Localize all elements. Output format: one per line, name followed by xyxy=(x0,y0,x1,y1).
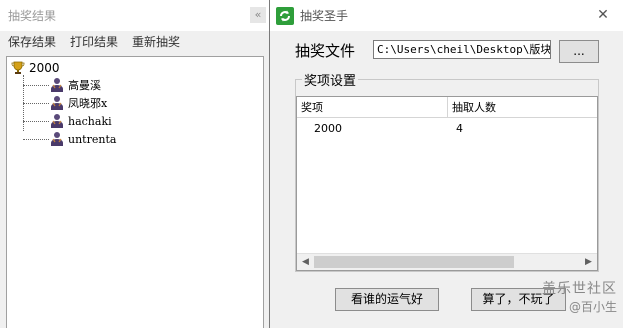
results-tree[interactable]: 2000 高曼溪 凤晓邪x hachaki untrenta xyxy=(6,56,264,328)
lottery-window: 抽奖圣手 ✕ 抽奖文件 C:\Users\cheil\Desktop\版块活 .… xyxy=(269,0,623,328)
tree-root-label: 2000 xyxy=(29,61,60,75)
lottery-titlebar[interactable]: 抽奖圣手 ✕ xyxy=(270,0,623,31)
horizontal-scrollbar[interactable]: ◀ ▶ xyxy=(297,253,597,270)
results-titlebar[interactable]: 抽奖结果 « xyxy=(0,0,269,31)
tree-branch xyxy=(23,102,49,104)
collapse-icon[interactable]: « xyxy=(250,7,266,23)
app-refresh-icon xyxy=(276,6,294,25)
person-icon xyxy=(51,96,63,110)
tree-branch xyxy=(23,120,49,122)
draw-button[interactable]: 看谁的运气好 xyxy=(335,288,439,311)
winner-name: 高曼溪 xyxy=(68,79,101,92)
scroll-thumb[interactable] xyxy=(314,256,514,268)
person-icon xyxy=(51,132,63,146)
tree-branch xyxy=(23,138,49,140)
tree-root-node[interactable]: 2000 xyxy=(11,61,60,75)
tree-winner-node[interactable]: untrenta xyxy=(23,131,116,147)
tree-branch xyxy=(23,84,49,86)
results-window: 抽奖结果 « 保存结果 打印结果 重新抽奖 2000 高曼溪 凤晓邪x hach… xyxy=(0,0,270,328)
tree-winner-node[interactable]: 凤晓邪x xyxy=(23,95,107,111)
results-window-title: 抽奖结果 xyxy=(8,9,57,23)
file-label: 抽奖文件 xyxy=(295,42,356,60)
cell-count: 4 xyxy=(456,122,464,135)
person-icon xyxy=(51,114,63,128)
results-menubar: 保存结果 打印结果 重新抽奖 xyxy=(0,31,269,51)
watermark: 盖乐世社区 @百小生 xyxy=(542,278,617,315)
menu-save-results[interactable]: 保存结果 xyxy=(8,33,56,50)
column-header-prize[interactable]: 奖项 xyxy=(297,97,448,118)
trophy-icon xyxy=(11,61,25,74)
menu-print-results[interactable]: 打印结果 xyxy=(70,33,118,50)
winner-name: 凤晓邪x xyxy=(68,97,108,110)
table-header: 奖项 抽取人数 xyxy=(297,97,597,118)
winner-name: untrenta xyxy=(68,132,117,146)
close-icon[interactable]: ✕ xyxy=(593,5,613,25)
winner-name: hachaki xyxy=(68,114,112,128)
file-path-field[interactable]: C:\Users\cheil\Desktop\版块活 xyxy=(373,40,551,59)
group-title: 奖项设置 xyxy=(302,70,359,89)
table-row[interactable]: 2000 4 xyxy=(297,120,597,138)
person-icon xyxy=(51,78,63,92)
cell-prize: 2000 xyxy=(314,122,342,135)
lottery-window-title: 抽奖圣手 xyxy=(300,9,349,23)
menu-redraw[interactable]: 重新抽奖 xyxy=(132,33,180,50)
watermark-line1: 盖乐世社区 xyxy=(542,281,617,297)
tree-winner-node[interactable]: hachaki xyxy=(23,113,112,129)
prize-table[interactable]: 奖项 抽取人数 2000 4 ◀ ▶ xyxy=(296,96,598,271)
scroll-right-icon[interactable]: ▶ xyxy=(580,254,597,270)
browse-button[interactable]: ... xyxy=(559,40,599,63)
column-header-count[interactable]: 抽取人数 xyxy=(448,97,597,118)
tree-winner-node[interactable]: 高曼溪 xyxy=(23,77,101,93)
scroll-left-icon[interactable]: ◀ xyxy=(297,254,314,270)
watermark-line2: @百小生 xyxy=(568,300,617,314)
